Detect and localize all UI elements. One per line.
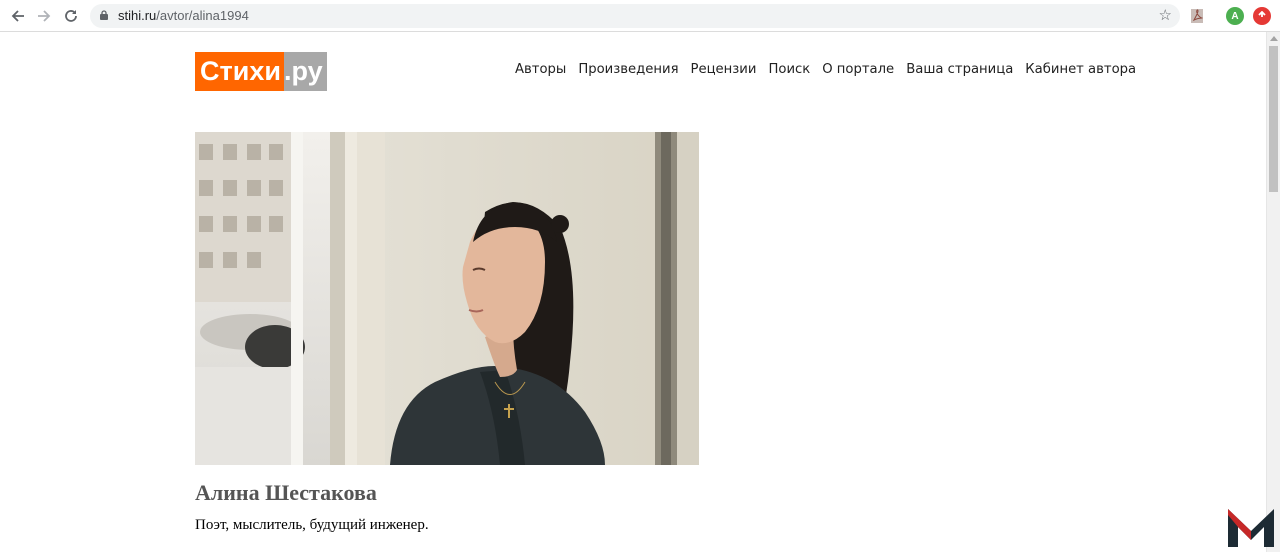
browser-toolbar: stihi.ru/avtor/alina1994 ☆ A — [0, 0, 1280, 32]
author-bio: Поэт, мыслитель, будущий инженер. — [195, 517, 429, 533]
site-navigation: Авторы Произведения Рецензии Поиск О пор… — [515, 62, 1148, 77]
forward-icon[interactable] — [33, 5, 55, 27]
address-bar[interactable]: stihi.ru/avtor/alina1994 ☆ — [90, 4, 1180, 28]
star-icon[interactable]: ☆ — [1159, 6, 1172, 24]
author-photo — [195, 132, 699, 465]
reload-icon[interactable] — [60, 5, 82, 27]
nav-reviews[interactable]: Рецензии — [691, 62, 757, 77]
author-name: Алина Шестакова — [195, 480, 377, 505]
pdf-extension-icon[interactable] — [1188, 7, 1206, 25]
profile-avatar[interactable]: A — [1226, 7, 1244, 25]
logo-main-text: Стихи — [195, 52, 284, 91]
nav-authors[interactable]: Авторы — [515, 62, 566, 77]
adblock-extension-icon[interactable] — [1253, 7, 1271, 25]
scroll-thumb[interactable] — [1269, 46, 1278, 192]
nav-your-page[interactable]: Ваша страница — [906, 62, 1013, 77]
watermark-logo — [1226, 505, 1276, 549]
nav-author-cabinet[interactable]: Кабинет автора — [1025, 62, 1136, 77]
back-icon[interactable] — [7, 5, 29, 27]
url-text: stihi.ru/avtor/alina1994 — [118, 8, 249, 23]
lock-icon — [100, 10, 108, 20]
logo-suffix-text: .ру — [283, 52, 327, 91]
nav-about[interactable]: О портале — [822, 62, 894, 77]
scroll-up-icon[interactable] — [1270, 36, 1278, 41]
nav-works[interactable]: Произведения — [578, 62, 678, 77]
nav-search[interactable]: Поиск — [768, 62, 810, 77]
page-scrollbar[interactable] — [1266, 32, 1280, 552]
site-logo[interactable]: Стихи .ру — [195, 52, 327, 91]
